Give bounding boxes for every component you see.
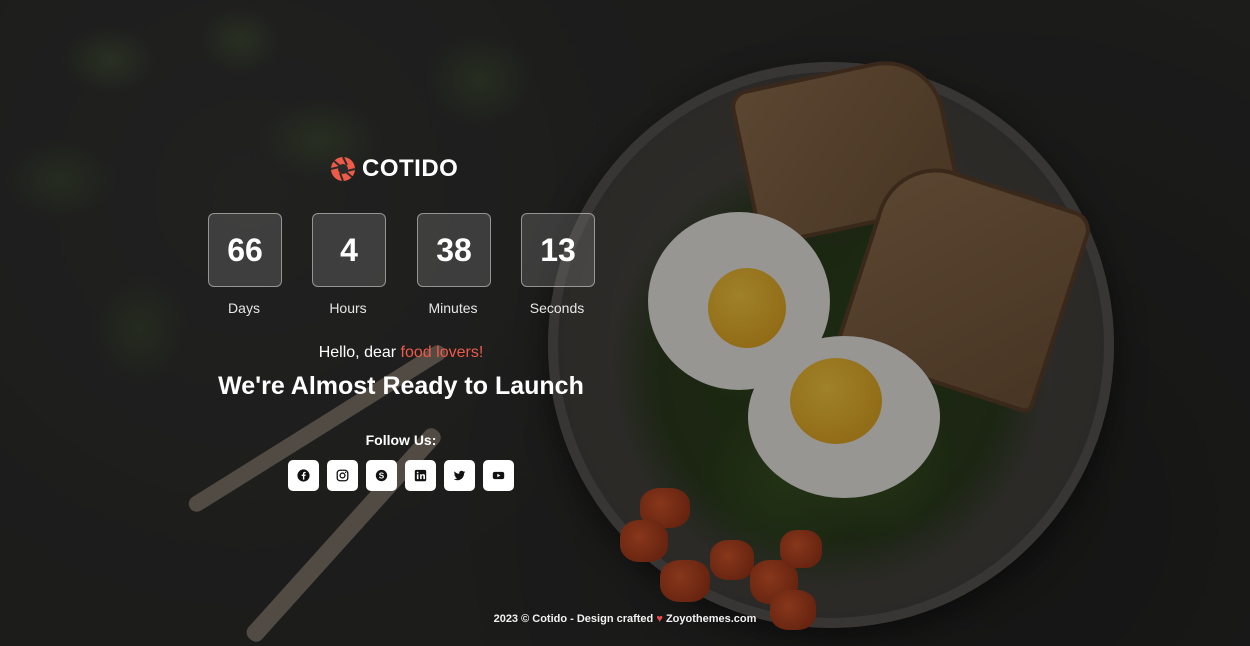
countdown-hours-value: 4 bbox=[312, 213, 386, 287]
skype-button[interactable]: S bbox=[366, 460, 397, 491]
twitter-button[interactable] bbox=[444, 460, 475, 491]
follow-us-label: Follow Us: bbox=[365, 432, 437, 448]
facebook-button[interactable] bbox=[288, 460, 319, 491]
svg-text:S: S bbox=[379, 471, 385, 480]
heart-icon: ♥ bbox=[656, 613, 663, 625]
twitter-icon bbox=[453, 470, 466, 481]
footer-copyright: 2023 © Cotido - Design crafted bbox=[493, 613, 654, 625]
skype-icon: S bbox=[375, 469, 388, 482]
instagram-icon bbox=[336, 469, 349, 482]
footer: 2023 © Cotido - Design crafted ♥ Zoyothe… bbox=[0, 613, 1250, 625]
page-title: We're Almost Ready to Launch bbox=[218, 372, 584, 400]
countdown-seconds-label: Seconds bbox=[529, 300, 585, 316]
brand-logo[interactable]: COTIDO bbox=[330, 155, 458, 183]
facebook-icon bbox=[297, 469, 310, 482]
greeting-highlight: food lovers! bbox=[400, 344, 484, 361]
youtube-icon bbox=[492, 471, 505, 480]
countdown-seconds-value: 13 bbox=[521, 213, 595, 287]
countdown-minutes-value: 38 bbox=[417, 213, 491, 287]
footer-link[interactable]: Zoyothemes.com bbox=[666, 613, 756, 625]
countdown-days-value: 66 bbox=[208, 213, 282, 287]
linkedin-icon bbox=[414, 469, 427, 482]
countdown-days-label: Days bbox=[228, 300, 260, 316]
youtube-button[interactable] bbox=[483, 460, 514, 491]
countdown-minutes-label: Minutes bbox=[428, 300, 478, 316]
countdown-hours-label: Hours bbox=[329, 300, 367, 316]
linkedin-button[interactable] bbox=[405, 460, 436, 491]
greeting: Hello, dear food lovers! bbox=[0, 344, 802, 362]
instagram-button[interactable] bbox=[327, 460, 358, 491]
greeting-prefix: Hello, dear bbox=[318, 344, 401, 361]
aperture-logo-icon bbox=[330, 156, 356, 182]
brand-name: COTIDO bbox=[362, 155, 459, 182]
